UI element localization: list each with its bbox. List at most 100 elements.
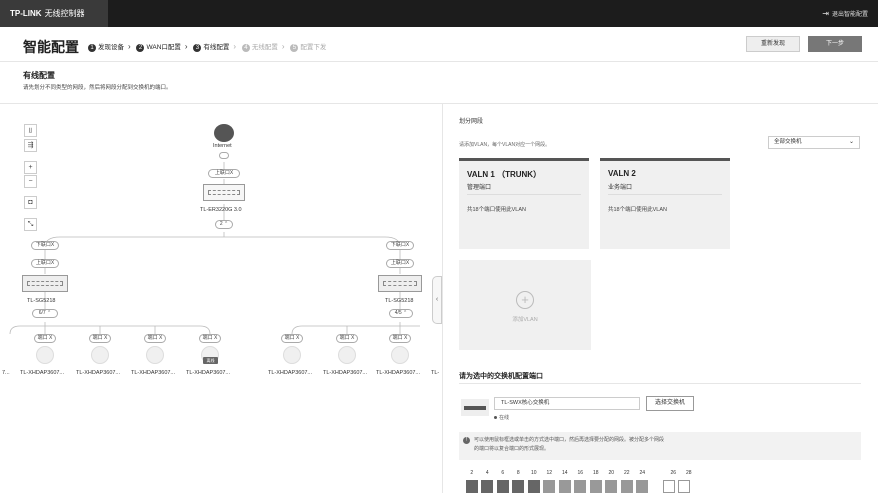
collapse-panel-button[interactable]: ‹ [432, 276, 442, 324]
step-label: 无线配置 [251, 44, 278, 51]
switch-port[interactable] [636, 480, 648, 493]
ap-icon[interactable] [338, 346, 356, 364]
step-deploy[interactable]: 5 配置下发 [290, 41, 326, 52]
ap-name: TL-XHDAP3607... [20, 370, 65, 376]
switch-count-pill[interactable]: 6/7 ⌃ [32, 309, 58, 318]
switch-icon[interactable] [22, 275, 68, 292]
port-number: 24 [639, 470, 646, 476]
internet-label: Internet [213, 143, 232, 149]
switch-name: TL-SG5218 [27, 298, 56, 304]
ap-name: TL-XHDAP3607... [76, 370, 121, 376]
switch-count-pill[interactable]: 4/5 ⌃ [389, 309, 413, 318]
info-icon: ! [463, 437, 470, 444]
ap-name: TL-XHDAP3607... [131, 370, 176, 376]
port-number: 26 [670, 470, 677, 476]
vlan-hint: 请添加VLAN，每个VLAN对应一个网段。 [459, 142, 551, 148]
step-label: 有线配置 [203, 44, 230, 51]
chevron-right-icon: › [233, 42, 237, 51]
router-name: TL-ER3220G 3.0 [200, 207, 242, 213]
globe-icon [214, 124, 234, 142]
select-switch-button[interactable]: 选择交换机 [646, 396, 694, 411]
exit-icon: ⇥ [822, 9, 829, 18]
count: 4/5 [394, 310, 402, 316]
vlan-card[interactable]: VALN 1 （TRUNK） 管理端口 共18个端口使用此VLAN [459, 158, 589, 249]
port-number: 6 [501, 470, 505, 476]
port-numbers: 2 4 6 8 10 12 14 16 18 20 22 24 26 28 [464, 470, 697, 476]
step-wan[interactable]: 2 WAN口配置 [136, 41, 181, 52]
vlan-type: 业务端口 [608, 185, 633, 191]
step-number: 1 [88, 44, 96, 52]
switch-port[interactable] [590, 480, 602, 493]
minus-icon[interactable] [219, 152, 229, 159]
switch-filter-select[interactable]: 全部交换机 ⌄ [768, 136, 860, 149]
port-number: 4 [485, 470, 489, 476]
port-pill: 端口 X [89, 334, 111, 343]
port-pill: 端口 X [281, 334, 303, 343]
switch-port[interactable] [543, 480, 555, 493]
switch-port[interactable] [678, 480, 690, 493]
switch-icon[interactable] [378, 275, 422, 292]
port-number: 20 [608, 470, 615, 476]
ap-icon[interactable] [91, 346, 109, 364]
port-pill: 端口 X [199, 334, 221, 343]
ap-name: TL-XHDAP3607... [376, 370, 421, 376]
downlink-pill: 下联口X [386, 241, 414, 250]
switch-port[interactable] [605, 480, 617, 493]
plus-icon: + [516, 291, 534, 309]
ap-name: TL-XHDAP3607... [323, 370, 368, 376]
status-dot [494, 416, 497, 420]
ap-icon[interactable] [36, 346, 54, 364]
switch-port[interactable] [466, 480, 478, 493]
step-wired[interactable]: 3 有线配置 [193, 41, 229, 52]
divider [608, 194, 722, 195]
page-title: 智能配置 [23, 39, 79, 55]
port-pill: 端口 X [34, 334, 56, 343]
router-icon[interactable] [203, 184, 245, 201]
port-number: 28 [685, 470, 692, 476]
vlan-port-count: 共18个端口使用此VLAN [467, 207, 526, 213]
offline-badge: 离线 [203, 357, 218, 364]
add-vlan-card[interactable]: + 添加VLAN [459, 260, 591, 350]
chevron-right-icon: › [281, 42, 285, 51]
ap-name: TL- [431, 370, 440, 376]
step-discover[interactable]: 1 发现设备 [88, 41, 124, 52]
switch-port[interactable] [481, 480, 493, 493]
switch-port[interactable] [574, 480, 586, 493]
router-count-pill[interactable]: 2 ⌃ [215, 220, 233, 229]
rediscover-button[interactable]: 重新发现 [746, 36, 800, 52]
info-notice: ! 可以使用鼠标框选或单击的方式选中端口，然后再选择要分配的网段。被分配多个网段… [459, 432, 861, 460]
step-label: 发现设备 [98, 44, 124, 51]
port-pill: 端口 X [144, 334, 166, 343]
wizard-header: 智能配置 1 发现设备 › 2 WAN口配置 › 3 有线配置 › 4 无线配置 › 5 配置下发… [0, 27, 878, 62]
status-badge: 在线 [494, 414, 509, 421]
step-number: 5 [290, 44, 299, 52]
uplink-pill: 上联口X [31, 259, 59, 268]
switch-name-field[interactable]: TL-SWX核心交换机 [494, 397, 640, 410]
uplink-pill: 上联口X [208, 169, 240, 178]
chevron-right-icon: › [184, 42, 188, 51]
ap-name: 7... [2, 370, 10, 376]
ap-icon[interactable] [146, 346, 164, 364]
next-button[interactable]: 下一步 [808, 36, 862, 52]
exit-wizard-button[interactable]: ⇥ 退出智能配置 [822, 0, 868, 27]
switch-port[interactable] [621, 480, 633, 493]
step-wireless[interactable]: 4 无线配置 [241, 41, 278, 52]
switch-port[interactable] [528, 480, 540, 493]
switch-port[interactable] [512, 480, 524, 493]
vlan-panel-title: 划分网段 [459, 119, 484, 125]
switch-port[interactable] [663, 480, 675, 493]
ap-name: TL-XHDAP3607... [186, 370, 231, 376]
switch-port[interactable] [497, 480, 509, 493]
count: 2 [219, 221, 223, 227]
port-number: 8 [516, 470, 520, 476]
vlan-card[interactable]: VALN 2 业务端口 共18个端口使用此VLAN [600, 158, 730, 249]
port-number: 16 [577, 470, 584, 476]
chevron-down-icon: ⌄ [848, 139, 854, 145]
divider [459, 383, 861, 384]
port-number: 18 [592, 470, 599, 476]
add-vlan-label: 添加VLAN [512, 317, 538, 323]
ap-icon[interactable] [283, 346, 301, 364]
switch-port[interactable] [559, 480, 571, 493]
ap-icon[interactable] [391, 346, 409, 364]
chevron-right-icon: › [128, 42, 131, 51]
